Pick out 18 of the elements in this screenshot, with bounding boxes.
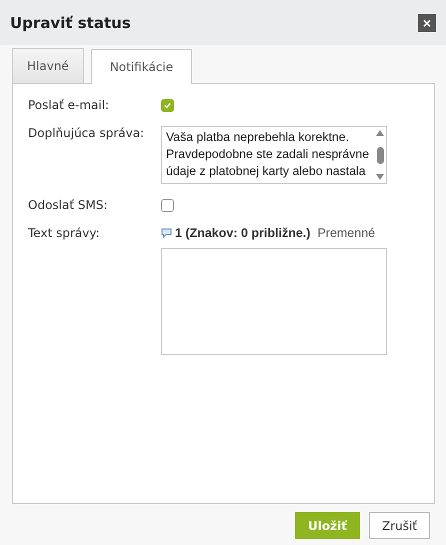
cancel-button[interactable]: Zrušiť — [368, 512, 430, 539]
message-textarea[interactable]: Vaša platba neprebehla korektne. Pravdepodobne ste zadali nesprávne údaje z platobnej karty alebo nastala — [161, 126, 387, 184]
checkbox[interactable] — [161, 199, 174, 212]
tab[interactable]: Notifikácie — [90, 49, 192, 84]
checkbox[interactable] — [161, 99, 174, 112]
scroll-up-icon[interactable] — [376, 130, 384, 136]
scroll-down-icon[interactable] — [376, 174, 384, 180]
close-button[interactable]: × — [418, 14, 436, 32]
variables-link[interactable]: Premenné — [317, 226, 376, 240]
check-icon — [163, 101, 172, 110]
field-label: Text správy: — [28, 226, 101, 240]
field-label: Doplňujúca správa: — [28, 126, 146, 140]
field-label: Poslať e-mail: — [28, 98, 110, 112]
character-counter: 1 (Znakov: 0 približne.) — [175, 226, 310, 240]
tab[interactable]: Hlavné — [12, 48, 84, 83]
speech-bubble-icon — [161, 228, 172, 238]
field-label: Odoslať SMS: — [28, 198, 108, 212]
window-title: Upraviť status — [10, 14, 131, 32]
